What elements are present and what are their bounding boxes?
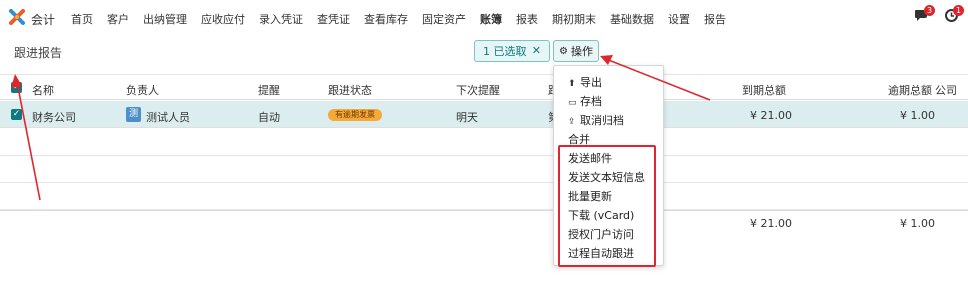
annotation-arrows xyxy=(11,55,711,201)
